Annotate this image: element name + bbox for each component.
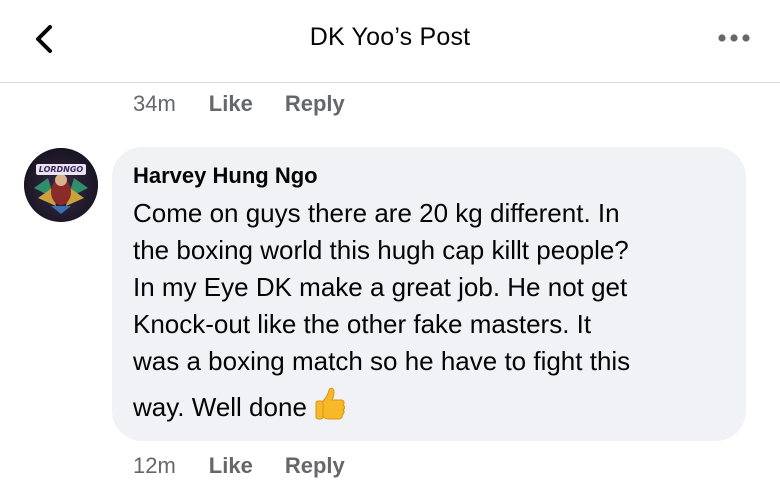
reply-button[interactable]: Reply (285, 453, 345, 479)
comment-author-name[interactable]: Harvey Hung Ngo (133, 163, 318, 189)
more-options-icon[interactable] (716, 27, 752, 49)
avatar[interactable]: LORDNGO (24, 148, 98, 222)
comment-timestamp: 34m (133, 91, 176, 116)
comment-bubble: Harvey Hung Ngo Come on guys there are 2… (112, 147, 746, 441)
thumbs-up-icon (313, 386, 349, 432)
comment-line: way. Well done (133, 392, 307, 422)
comment-actions: 12m Like Reply (133, 453, 377, 479)
avatar-logo-text: LORDNGO (38, 165, 84, 174)
like-button[interactable]: Like (209, 91, 253, 117)
reply-button[interactable]: Reply (285, 91, 345, 117)
comment-timestamp: 12m (133, 453, 176, 478)
comment-line: was a boxing match so he have to fight t… (133, 346, 631, 376)
top-bar: DK Yoo’s Post (0, 0, 780, 83)
like-button[interactable]: Like (209, 453, 253, 479)
comment-line: Knock-out like the other fake masters. I… (133, 309, 592, 339)
comment-line: Come on guys there are 20 kg different. … (133, 198, 620, 228)
comment-line: the boxing world this hugh cap killt peo… (133, 235, 629, 265)
previous-comment-actions: 34m Like Reply (133, 91, 377, 117)
comment-line: In my Eye DK make a great job. He not ge… (133, 272, 628, 302)
comment-text: Come on guys there are 20 kg different. … (133, 195, 733, 432)
page-title: DK Yoo’s Post (309, 23, 471, 51)
